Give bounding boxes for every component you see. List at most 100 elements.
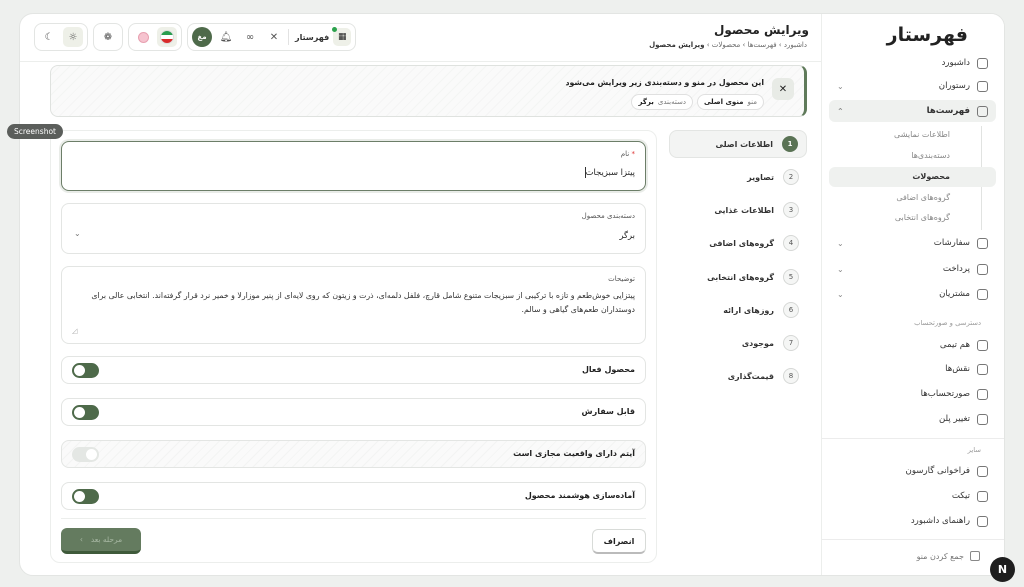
- category-select[interactable]: دسته‌بندی محصول برگر ⌄: [61, 203, 646, 254]
- language-fa-button[interactable]: [157, 27, 177, 47]
- palette-group: ❁: [93, 23, 123, 51]
- step-number: 4: [783, 235, 799, 251]
- tag-icon: [977, 263, 988, 275]
- flag-icon: [137, 31, 149, 43]
- language-other-button[interactable]: [133, 27, 153, 47]
- sidebar-subitem-categories[interactable]: دسته‌بندی‌ها: [829, 146, 996, 166]
- sidebar-item-teammate[interactable]: هم تیمی: [829, 334, 996, 356]
- palette-icon[interactable]: ❁: [98, 27, 118, 47]
- dashboard-icon: [977, 57, 988, 69]
- step-main-info[interactable]: 1 اطلاعات اصلی: [669, 130, 807, 158]
- name-field[interactable]: * نام پیتزا سبزیجات: [61, 141, 646, 191]
- active-toggle[interactable]: [72, 363, 99, 378]
- vr-toggle[interactable]: [72, 447, 99, 462]
- header-toolbar: ☾ ☼ ❁ مغ 🔔︎ ∞ ✕ فهرستار ▦: [34, 23, 357, 51]
- name-input[interactable]: پیتزا سبزیجات: [584, 167, 635, 178]
- sidebar: فهرستار داشبورد رستوران ⌄ فهرست‌ها ⌃ اطل…: [821, 14, 1004, 575]
- bell-icon: [977, 465, 988, 477]
- language-switcher: [128, 23, 182, 51]
- step-label: گروه‌های انتخابی: [707, 272, 774, 282]
- step-serving-days[interactable]: 6 روزهای ارائه: [669, 296, 807, 324]
- sidebar-divider: [822, 539, 1004, 540]
- description-textarea[interactable]: پیتزایی خوش‌طعم و تازه با ترکیبی از سبزی…: [72, 289, 635, 317]
- step-label: اطلاعات اصلی: [715, 139, 773, 149]
- invoice-icon: [977, 388, 988, 400]
- toggle-label: محصول فعال: [581, 365, 635, 374]
- online-status-dot: [332, 27, 338, 32]
- sidebar-item-label: هم تیمی: [939, 340, 970, 350]
- breadcrumb-dashboard[interactable]: داشبورد: [784, 41, 807, 49]
- sidebar-subitem-extra-groups[interactable]: گروه‌های اضافی: [829, 188, 996, 208]
- shop-name[interactable]: فهرستار: [293, 33, 329, 42]
- sidebar-item-menus[interactable]: فهرست‌ها ⌃: [829, 100, 996, 122]
- crown-icon: [977, 413, 988, 425]
- breadcrumb-current: ویرایش محصول: [649, 41, 705, 49]
- sidebar-item-orders[interactable]: سفارشات ⌄: [829, 232, 996, 254]
- product-form: * نام پیتزا سبزیجات دسته‌بندی محصول برگر…: [50, 130, 657, 563]
- brand-logo[interactable]: فهرستار: [887, 24, 969, 46]
- sidebar-item-label: تغییر پلن: [939, 414, 970, 424]
- collapse-menu-button[interactable]: جمع کردن منو: [917, 551, 980, 561]
- chevron-down-icon: ⌄: [837, 238, 844, 248]
- cancel-button[interactable]: انصراف: [592, 529, 646, 554]
- toggle-label: آیتم دارای واقعیت مجازی است: [513, 449, 635, 458]
- step-number: 7: [783, 335, 799, 351]
- chip-value: برگر: [638, 98, 654, 106]
- bell-icon[interactable]: 🔔︎: [216, 27, 236, 47]
- description-label: توضیحات: [608, 275, 635, 283]
- next-step-button[interactable]: مرحله بعد ›: [61, 528, 141, 554]
- sidebar-item-label: فراخوانی گارسون: [905, 466, 970, 476]
- step-nutrition[interactable]: 3 اطلاعات غذایی: [669, 196, 807, 224]
- orderable-toggle[interactable]: [72, 405, 99, 420]
- chip-key: دسته‌بندی: [657, 98, 686, 106]
- user-toolbar: مغ 🔔︎ ∞ ✕ فهرستار ▦: [187, 23, 357, 51]
- step-pricing[interactable]: 8 قیمت‌گذاری: [669, 362, 807, 390]
- moon-icon[interactable]: ☾: [39, 27, 59, 47]
- step-label: روزهای ارائه: [723, 305, 774, 315]
- sidebar-subitem-choice-groups[interactable]: گروه‌های انتخابی: [829, 208, 996, 228]
- sidebar-item-roles[interactable]: نقش‌ها: [829, 358, 996, 380]
- step-images[interactable]: 2 تصاویر: [669, 163, 807, 191]
- breadcrumb: داشبورد › فهرست‌ها › محصولات › ویرایش مح…: [649, 41, 807, 49]
- smart-prep-toggle[interactable]: [72, 489, 99, 504]
- sidebar-item-dashboard[interactable]: داشبورد: [829, 52, 996, 74]
- sidebar-item-change-plan[interactable]: تغییر پلن: [829, 408, 996, 430]
- banner-title: این محصول در منو و دسته‌بندی زیر ویرایش …: [565, 78, 764, 87]
- sidebar-subitem-display-info[interactable]: اطلاعات نمایشی: [829, 125, 996, 145]
- shop-icon[interactable]: ▦: [332, 27, 352, 46]
- main-content: ✕ این محصول در منو و دسته‌بندی زیر ویرای…: [34, 62, 807, 575]
- step-extra-groups[interactable]: 4 گروه‌های اضافی: [669, 229, 807, 257]
- theme-switcher: ☾ ☼: [34, 23, 88, 51]
- name-label: * نام: [621, 150, 635, 158]
- sidebar-item-help[interactable]: راهنمای داشبورد: [829, 510, 996, 532]
- toggle-label: آماده‌سازی هوشمند محصول: [524, 491, 635, 500]
- sidebar-item-restaurant[interactable]: رستوران ⌄: [829, 75, 996, 97]
- sidebar-item-payment[interactable]: پرداخت ⌄: [829, 258, 996, 280]
- sidebar-divider: [822, 438, 1004, 439]
- toggle-row-vr: آیتم دارای واقعیت مجازی است: [61, 440, 646, 468]
- step-label: گروه‌های اضافی: [709, 238, 774, 248]
- sidebar-subitem-products[interactable]: محصولات: [829, 167, 996, 187]
- sidebar-item-label: داشبورد: [941, 58, 970, 68]
- resize-handle-icon[interactable]: ◿: [72, 327, 77, 335]
- glasses-icon[interactable]: ∞: [240, 27, 260, 47]
- step-label: اطلاعات غذایی: [714, 205, 774, 215]
- breadcrumb-menus[interactable]: فهرست‌ها: [748, 41, 777, 49]
- sidebar-item-call-waiter[interactable]: فراخوانی گارسون: [829, 460, 996, 482]
- sun-icon[interactable]: ☼: [63, 27, 83, 47]
- breadcrumb-products[interactable]: محصولات: [712, 41, 741, 49]
- sidebar-item-invoices[interactable]: صورتحساب‌ها: [829, 383, 996, 405]
- ticket-icon: [977, 490, 988, 502]
- step-number: 1: [782, 136, 798, 152]
- sidebar-item-customers[interactable]: مشتریان ⌄: [829, 283, 996, 305]
- step-inventory[interactable]: 7 موجودی: [669, 329, 807, 357]
- user-avatar[interactable]: مغ: [192, 27, 212, 47]
- utensils-icon[interactable]: ✕: [264, 27, 284, 47]
- step-number: 8: [783, 368, 799, 384]
- screenshot-tag[interactable]: Screenshot: [7, 124, 63, 139]
- floating-action-button[interactable]: N: [990, 557, 1015, 582]
- sidebar-item-ticket[interactable]: تیکت: [829, 485, 996, 507]
- chevron-up-icon: ⌃: [837, 106, 844, 116]
- step-choice-groups[interactable]: 5 گروه‌های انتخابی: [669, 263, 807, 291]
- description-field[interactable]: توضیحات پیتزایی خوش‌طعم و تازه با ترکیبی…: [61, 266, 646, 344]
